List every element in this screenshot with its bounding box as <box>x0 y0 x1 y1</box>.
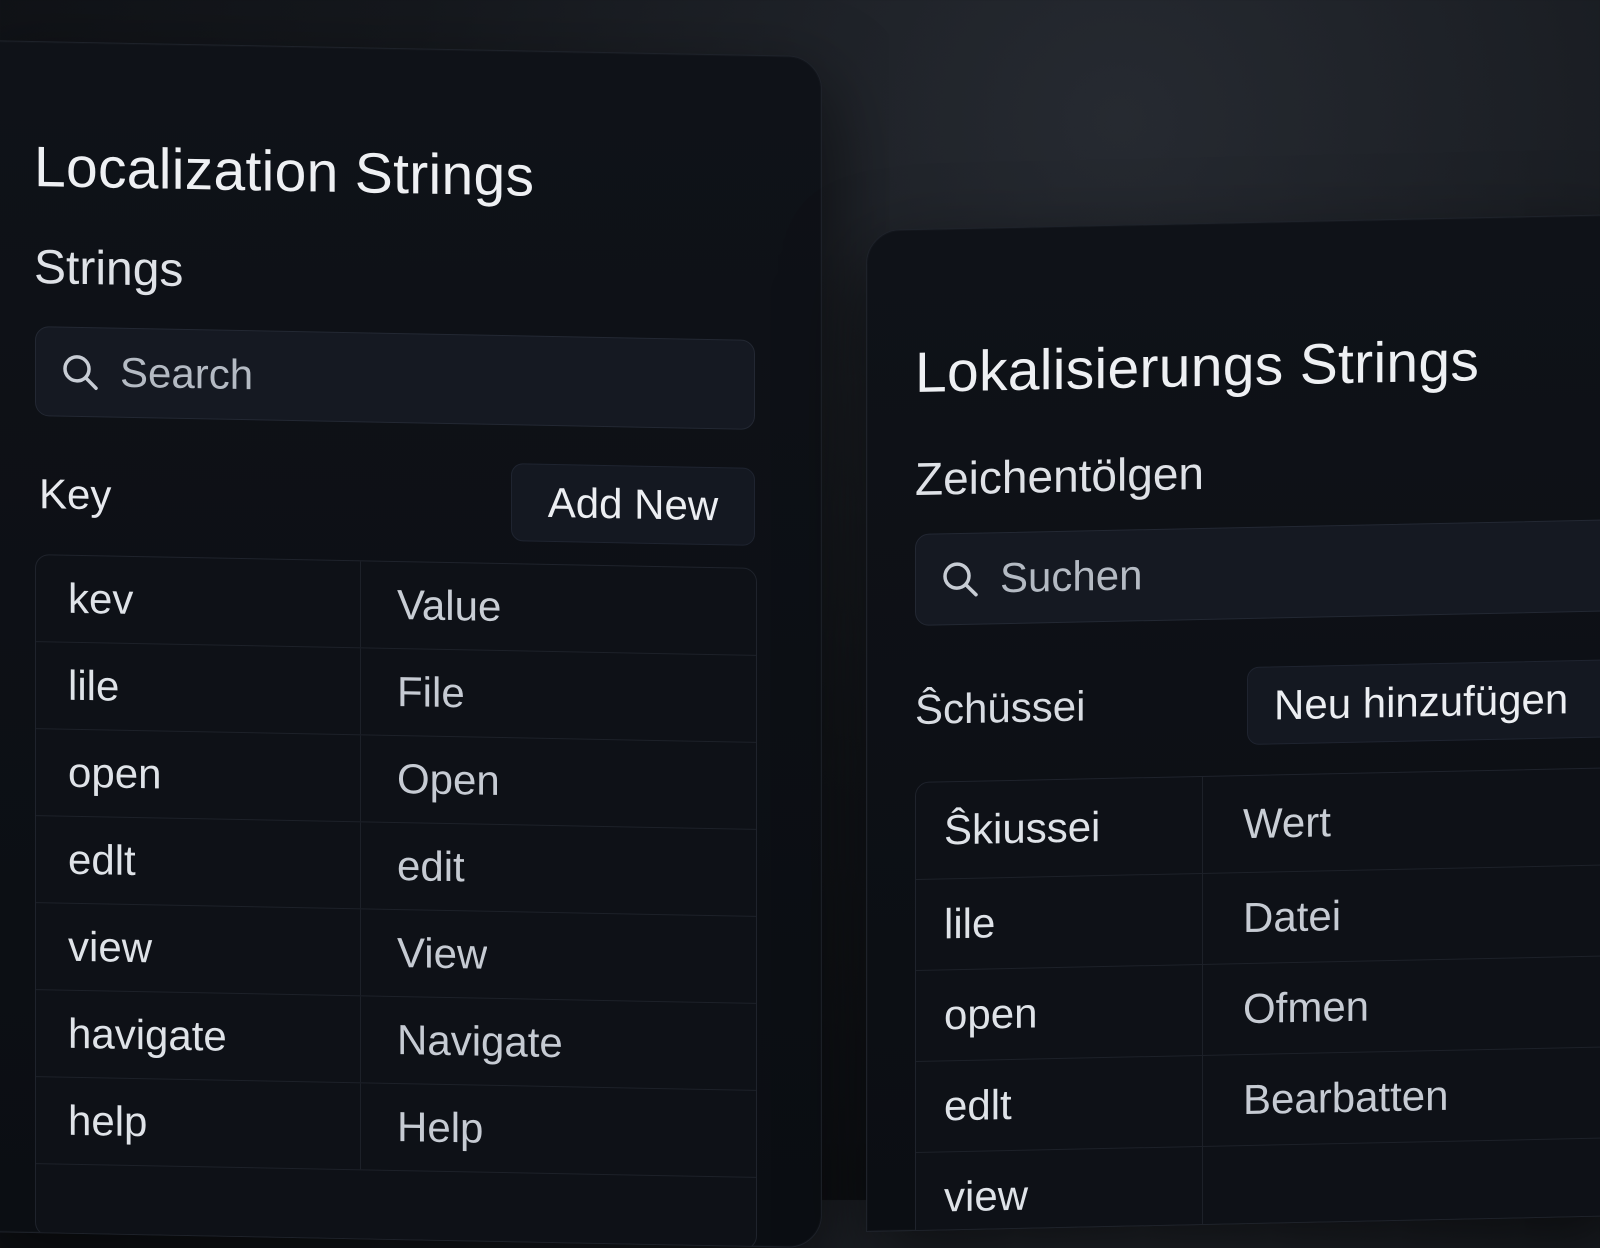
search-box[interactable] <box>35 326 755 430</box>
section-title: Strings <box>34 241 184 297</box>
page-title: Localization Strings <box>34 135 535 209</box>
strings-table: Ŝkiussei Wert lile Datei open Ofmen edlt… <box>915 766 1600 1232</box>
row-key-cell: havigate <box>36 990 361 1083</box>
row-value-cell: View <box>397 929 488 978</box>
row-value-cell: Navigate <box>397 1016 563 1067</box>
row-value-cell: Datei <box>1243 892 1342 942</box>
search-input[interactable] <box>998 539 1600 604</box>
strings-table: kev Value lile File open Open edlt edit … <box>35 554 757 1248</box>
add-new-button[interactable]: Neu hinzufügen <box>1247 658 1600 746</box>
table-row[interactable]: lile File <box>36 642 756 743</box>
row-key-cell: lile <box>916 873 1203 970</box>
row-key-cell: open <box>36 729 361 822</box>
table-row[interactable]: edlt edit <box>36 816 756 917</box>
table-row[interactable]: edlt Bearbatten <box>916 1046 1600 1153</box>
header-value-cell: Wert <box>1243 798 1331 848</box>
row-key-cell: view <box>916 1146 1203 1232</box>
table-row[interactable]: view <box>916 1137 1600 1232</box>
row-key-cell: open <box>916 964 1203 1061</box>
search-icon <box>63 355 98 390</box>
row-key-cell: edlt <box>36 816 361 909</box>
header-key-cell: kev <box>36 555 361 648</box>
row-value-cell <box>1203 1146 1243 1232</box>
header-key-cell: Ŝkiussei <box>916 776 1203 879</box>
add-new-button[interactable]: Add New <box>511 463 755 546</box>
section-title: Zeichentölgen <box>915 446 1204 505</box>
search-icon <box>943 562 978 597</box>
localization-panel-de: Lokalisierungs Strings Zeichentölgen Ŝch… <box>866 214 1600 1232</box>
table-row[interactable]: havigate Navigate <box>36 990 756 1091</box>
row-value-cell: Help <box>397 1103 484 1152</box>
page-title: Lokalisierungs Strings <box>915 329 1480 405</box>
search-box[interactable] <box>915 518 1600 626</box>
row-value-cell: File <box>397 668 465 717</box>
key-column-label: Key <box>39 470 112 519</box>
row-value-cell: edit <box>397 842 465 891</box>
table-row[interactable]: lile Datei <box>916 864 1600 971</box>
table-row[interactable]: open Open <box>36 729 756 830</box>
row-key-cell: help <box>36 1077 361 1170</box>
key-column-label: Ŝchüssei <box>915 682 1086 733</box>
localization-panel-en: Localization Strings Strings Key Add New… <box>0 40 822 1248</box>
row-value-cell: Ofmen <box>1243 982 1370 1033</box>
row-key-cell: lile <box>36 642 361 735</box>
table-row[interactable]: open Ofmen <box>916 955 1600 1062</box>
row-value-cell: Bearbatten <box>1243 1071 1449 1124</box>
table-header-row: Ŝkiussei Wert <box>916 767 1600 880</box>
table-row[interactable]: help Help <box>36 1077 756 1178</box>
row-key-cell: view <box>36 903 361 996</box>
row-key-cell: edlt <box>916 1055 1203 1152</box>
table-row[interactable]: view View <box>36 903 756 1004</box>
row-value-cell: Open <box>397 755 500 804</box>
table-header-row: kev Value <box>36 555 756 656</box>
search-input[interactable] <box>118 347 754 410</box>
header-value-cell: Value <box>397 581 502 631</box>
